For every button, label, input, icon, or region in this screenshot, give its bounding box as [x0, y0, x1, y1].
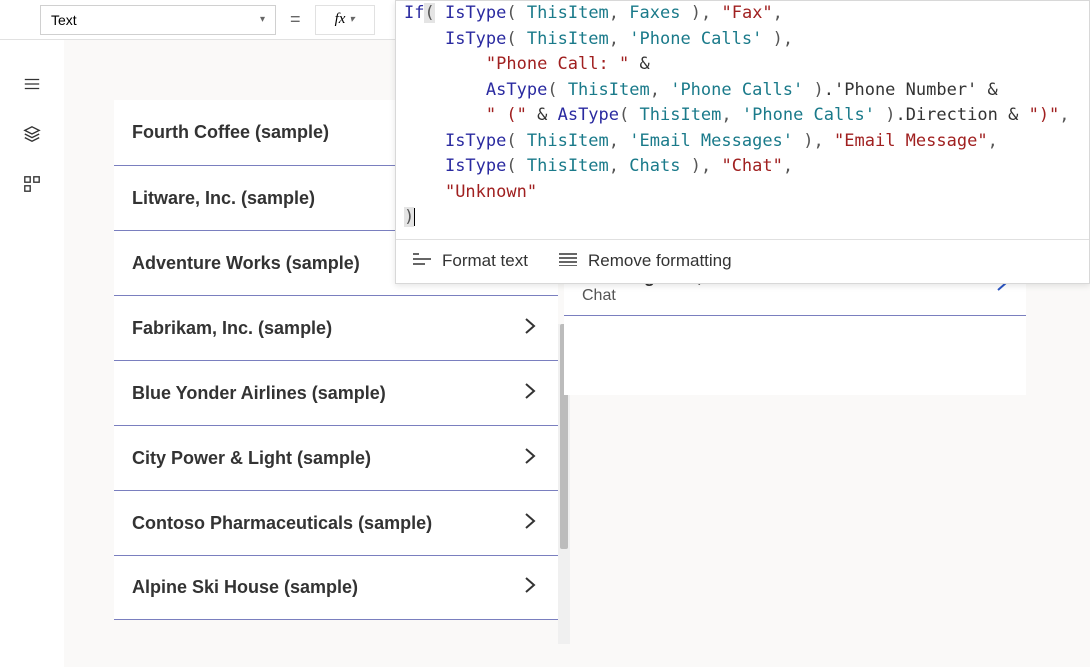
- list-item-label: City Power & Light (sample): [132, 448, 371, 469]
- list-item-label: Blue Yonder Airlines (sample): [132, 383, 386, 404]
- formula-popup-toolbar: Format text Remove formatting: [396, 239, 1089, 283]
- property-dropdown[interactable]: Text ▾: [40, 5, 276, 35]
- text-cursor: [414, 208, 415, 227]
- list-item[interactable]: Blue Yonder Airlines (sample): [114, 360, 558, 425]
- list-item-label: Fourth Coffee (sample): [132, 122, 329, 143]
- chevron-right-icon: [520, 381, 540, 406]
- formula-code[interactable]: If( IsType( ThisItem, Faxes ), "Fax", Is…: [396, 1, 1089, 239]
- formula-editor-popup: If( IsType( ThisItem, Faxes ), "Fax", Is…: [395, 0, 1090, 284]
- chevron-right-icon: [520, 446, 540, 471]
- remove-formatting-label: Remove formatting: [588, 251, 732, 271]
- remove-formatting-button[interactable]: Remove formatting: [558, 251, 732, 271]
- activity-subtitle: Chat: [582, 287, 825, 305]
- list-item-label: Adventure Works (sample): [132, 253, 360, 274]
- chevron-down-icon: ▾: [349, 14, 354, 25]
- list-item-label: Litware, Inc. (sample): [132, 188, 315, 209]
- list-item[interactable]: Alpine Ski House (sample): [114, 555, 558, 620]
- property-dropdown-label: Text: [51, 12, 77, 28]
- hamburger-icon[interactable]: [22, 74, 42, 94]
- remove-formatting-icon: [558, 251, 578, 271]
- format-text-icon: [412, 251, 432, 271]
- apps-icon[interactable]: [22, 174, 42, 194]
- list-item[interactable]: City Power & Light (sample): [114, 425, 558, 490]
- fx-button[interactable]: fx ▾: [315, 5, 375, 35]
- format-text-label: Format text: [442, 251, 528, 271]
- chevron-right-icon: [520, 316, 540, 341]
- equals-sign: =: [290, 9, 301, 30]
- list-item-label: Fabrikam, Inc. (sample): [132, 318, 332, 339]
- format-text-button[interactable]: Format text: [412, 251, 528, 271]
- list-item-label: Alpine Ski House (sample): [132, 577, 358, 598]
- activity-empty: [564, 315, 1026, 395]
- left-nav-rail: [0, 40, 64, 667]
- list-item[interactable]: Fabrikam, Inc. (sample): [114, 295, 558, 360]
- chevron-right-icon: [520, 511, 540, 536]
- layers-icon[interactable]: [22, 124, 42, 144]
- list-item[interactable]: Contoso Pharmaceuticals (sample): [114, 490, 558, 555]
- fx-label: fx: [335, 11, 346, 28]
- list-item-label: Contoso Pharmaceuticals (sample): [132, 513, 432, 534]
- chevron-right-icon: [520, 575, 540, 600]
- chevron-down-icon: ▾: [260, 14, 265, 25]
